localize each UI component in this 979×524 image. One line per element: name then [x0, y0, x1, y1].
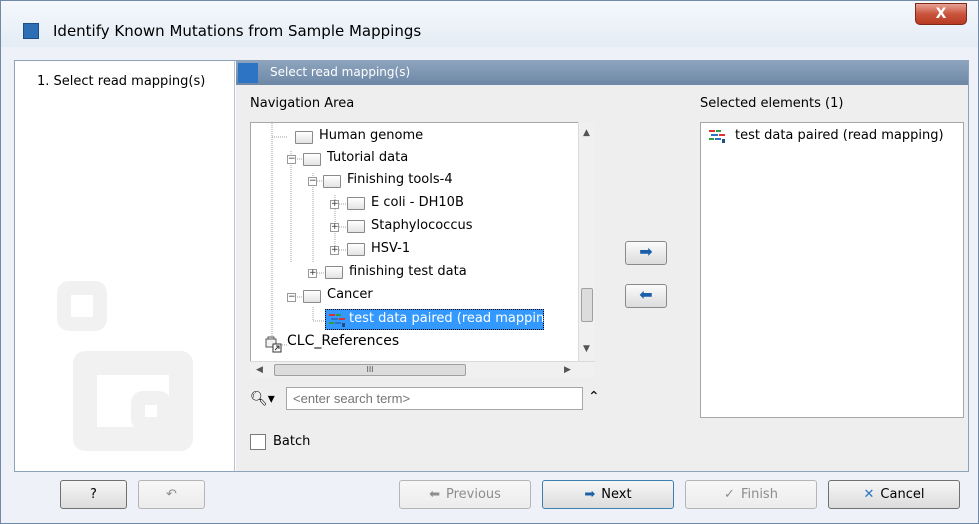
tree-item-label: Staphylococcus [371, 218, 473, 233]
step-1-label: 1. Select read mapping(s) [37, 74, 206, 89]
previous-button[interactable]: ⬅ Previous [399, 480, 531, 509]
folder-icon [347, 197, 365, 210]
next-arrow-icon: ➡ [584, 487, 596, 502]
scroll-right-icon[interactable]: ▶ [564, 365, 571, 375]
close-button[interactable]: X [915, 3, 967, 25]
panel-header: Select read mapping(s) [236, 61, 968, 85]
add-to-selection-button[interactable]: ➡ [625, 241, 667, 265]
tree-item-label: CLC_References [287, 333, 400, 349]
collapse-search-icon[interactable]: ⌃ [588, 389, 600, 405]
tree-item-label: Finishing tools-4 [347, 172, 453, 187]
next-button[interactable]: ➡ Next [542, 480, 674, 509]
expand-icon[interactable]: + [330, 223, 339, 232]
scroll-thumb[interactable] [581, 288, 593, 322]
next-button-label: Next [601, 487, 632, 502]
dialog-client: 1. Select read mapping(s) Select read ma… [14, 60, 969, 472]
read-mapping-icon [709, 130, 725, 143]
folder-icon [325, 266, 343, 279]
batch-checkbox[interactable] [250, 434, 266, 450]
folder-icon [303, 290, 321, 303]
tree-item-label: finishing test data [349, 264, 467, 279]
expand-icon[interactable]: + [330, 246, 339, 255]
collapse-icon[interactable]: − [287, 155, 296, 164]
search-icon[interactable]: 🔍︎▾ [250, 391, 275, 407]
finish-button[interactable]: ✓ Finish [685, 480, 817, 509]
read-mapping-icon [329, 314, 345, 327]
tree-horizontal-scrollbar[interactable]: ◀ III ▶ [250, 361, 595, 378]
finish-button-label: Finish [740, 487, 778, 502]
folder-icon [347, 243, 365, 256]
previous-button-label: Previous [445, 487, 501, 502]
scroll-left-icon[interactable]: ◀ [256, 365, 263, 375]
folder-icon [323, 175, 341, 188]
window-title: Identify Known Mutations from Sample Map… [53, 22, 422, 40]
checkmark-icon: ✓ [724, 487, 735, 502]
selected-item-label: test data paired (read mapping) [735, 128, 944, 143]
title-bar: Identify Known Mutations from Sample Map… [1, 1, 978, 47]
tree-item-label: Tutorial data [327, 150, 409, 165]
tree-item-label: HSV-1 [371, 241, 411, 256]
collapse-icon[interactable]: − [308, 177, 317, 186]
undo-icon: ↶ [166, 487, 177, 502]
scroll-thumb[interactable]: III [274, 364, 466, 376]
folder-icon [303, 153, 321, 166]
folder-icon [347, 220, 365, 233]
selected-elements-label: Selected elements (1) [700, 96, 844, 111]
navigation-area-label: Navigation Area [250, 96, 355, 111]
decorative-square [57, 281, 107, 331]
panel-header-marker [238, 63, 258, 83]
previous-arrow-icon: ⬅ [429, 487, 440, 502]
wizard-steps: 1. Select read mapping(s) [15, 61, 235, 471]
restore-button[interactable]: ↶ [138, 480, 205, 509]
tree-item-label: Human genome [319, 128, 424, 143]
main-panel: Select read mapping(s) Navigation Area S… [236, 61, 968, 471]
search-input[interactable] [286, 387, 583, 410]
navigation-tree[interactable]: Human genome − Tutorial data − Finishing… [250, 122, 595, 378]
tree-item-label: E coli - DH10B [371, 195, 464, 210]
expand-icon[interactable]: + [330, 200, 339, 209]
tree-item-label: Cancer [327, 287, 373, 302]
decorative-square [131, 391, 171, 431]
scroll-grip: III [366, 365, 374, 374]
cancel-button[interactable]: ✕ Cancel [828, 480, 960, 509]
scroll-up-icon[interactable]: ▲ [583, 128, 590, 138]
cancel-button-label: Cancel [880, 487, 925, 502]
selected-elements-list[interactable]: test data paired (read mapping) [700, 122, 964, 418]
references-icon [265, 336, 282, 353]
tree-vertical-scrollbar[interactable]: ▲ ▼ [578, 122, 595, 361]
dialog-window: Identify Known Mutations from Sample Map… [0, 0, 979, 524]
scroll-down-icon[interactable]: ▼ [583, 344, 590, 354]
folder-icon [295, 131, 313, 144]
panel-header-title: Select read mapping(s) [270, 65, 411, 79]
remove-from-selection-button[interactable]: ⬅ [625, 284, 667, 308]
cancel-x-icon: ✕ [863, 487, 875, 502]
tree-item-label: test data paired (read mapping) [349, 311, 558, 326]
help-button[interactable]: ? [60, 480, 127, 509]
collapse-icon[interactable]: − [287, 293, 296, 302]
app-icon [23, 23, 39, 39]
help-button-label: ? [90, 487, 97, 502]
batch-label: Batch [273, 434, 311, 449]
expand-icon[interactable]: + [308, 269, 317, 278]
